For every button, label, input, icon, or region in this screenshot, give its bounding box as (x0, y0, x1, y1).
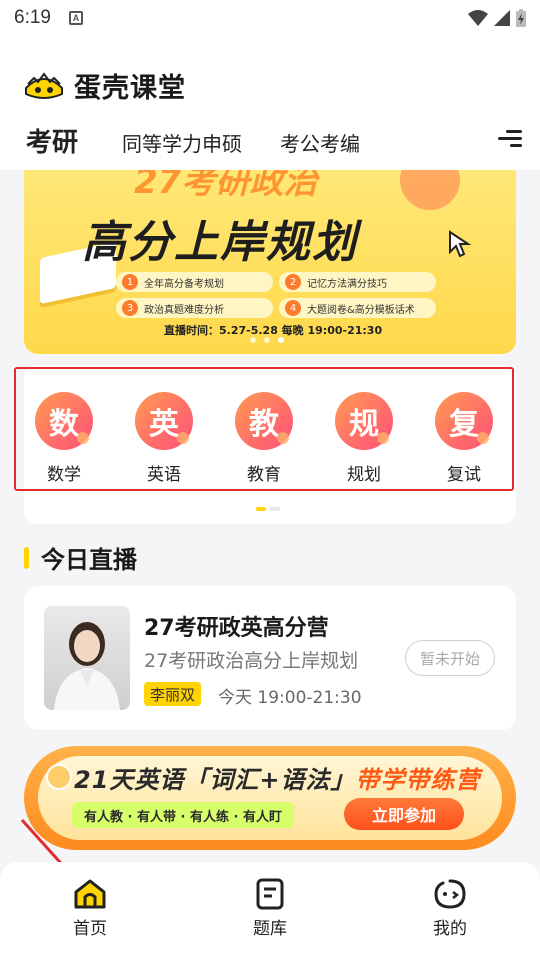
tab-label: 我的 (433, 919, 467, 939)
live-time: 今天 19:00-21:30 (218, 688, 362, 708)
banner-item: 4 大题阅卷&高分模板话术 (279, 298, 436, 318)
live-title: 27考研政英高分营 (144, 616, 329, 641)
banner-item: 2 记忆方法满分技巧 (279, 272, 436, 292)
header: 蛋壳课堂 考研 同等学力申硕 考公考编 (0, 36, 540, 170)
tab-kaogong[interactable]: 考公考编 (280, 128, 360, 157)
teacher-name-badge: 李丽双 (144, 682, 202, 706)
math-icon: 数 (35, 392, 93, 450)
category-retest[interactable]: 复 复试 (424, 392, 504, 485)
profile-icon (434, 879, 466, 909)
notification-icon: A (68, 11, 83, 25)
tab-home[interactable]: 首页 (30, 862, 150, 960)
section-title: 今日直播 (41, 546, 137, 574)
live-card[interactable]: 27考研政英高分营 27考研政治高分上岸规划 暂未开始 李丽双 今天 19:00… (24, 586, 516, 730)
question-bank-icon (256, 878, 284, 910)
banner-time: 直播时间：5.27-5.28 每晚 19:00-21:30 (164, 324, 383, 337)
promo-bubble-decoration (46, 764, 72, 790)
retest-icon: 复 (435, 392, 493, 450)
cursor-icon (449, 230, 472, 258)
tab-kaoyan[interactable]: 考研 (26, 122, 78, 159)
status-bar: 6:19 A (0, 0, 540, 36)
promo-title-prefix: 21天英语「词汇+语法」 (74, 766, 356, 794)
egg-mascot-icon (25, 71, 63, 99)
join-button[interactable]: 立即参加 (344, 798, 464, 830)
category-label: 规划 (347, 465, 381, 485)
teacher-photo (44, 606, 130, 710)
menu-icon[interactable] (498, 128, 522, 150)
tab-tongdeng[interactable]: 同等学力申硕 (122, 128, 242, 157)
category-label: 数学 (47, 465, 81, 485)
tab-question-bank[interactable]: 题库 (210, 862, 330, 960)
category-education[interactable]: 教 教育 (224, 392, 304, 485)
banner-title: 高分上岸规划 (82, 217, 358, 268)
clock-decoration (400, 170, 460, 210)
banner-item: 3 政治真题难度分析 (116, 298, 273, 318)
promo-tags: 有人教 · 有人带 · 有人练 · 有人盯 (72, 802, 294, 828)
banner[interactable]: 27考研政治 高分上岸规划 1 全年高分备考规划 2 记忆方法满分技巧 3 政治真题难… (24, 170, 516, 354)
category-planning[interactable]: 规 规划 (324, 392, 404, 485)
section-accent-bar (24, 546, 29, 569)
category-label: 英语 (147, 465, 181, 485)
live-status-button[interactable]: 暂未开始 (405, 640, 495, 676)
banner-item: 1 全年高分备考规划 (116, 272, 273, 292)
planning-icon: 规 (335, 392, 393, 450)
bottom-tab-bar: 首页 题库 我的 (0, 862, 540, 960)
category-row: 数 数学 英 英语 教 教育 规 规划 复 复试 (14, 392, 514, 485)
category-label: 复试 (447, 465, 481, 485)
promo-title-highlight: 带学带练营 (355, 766, 481, 794)
category-pager (256, 507, 280, 511)
english-icon: 英 (135, 392, 193, 450)
logo: 蛋壳课堂 (22, 66, 186, 105)
tab-label: 首页 (73, 919, 107, 939)
battery-icon (516, 9, 526, 27)
tab-profile[interactable]: 我的 (390, 862, 510, 960)
promo-banner[interactable]: 21天英语「词汇+语法」带学带练营 有人教 · 有人带 · 有人练 · 有人盯 … (24, 746, 516, 850)
home-icon (74, 879, 106, 909)
category-math[interactable]: 数 数学 (24, 392, 104, 485)
wifi-icon (468, 10, 488, 26)
tab-label: 题库 (253, 919, 287, 939)
app-name: 蛋壳课堂 (74, 73, 186, 104)
banner-pager (250, 337, 284, 343)
category-tabs: 考研 同等学力申硕 考公考编 (26, 122, 398, 159)
promo-title: 21天英语「词汇+语法」带学带练营 (74, 760, 481, 795)
signal-icon (494, 10, 510, 26)
banner-items: 1 全年高分备考规划 2 记忆方法满分技巧 3 政治真题难度分析 4 大题阅卷&高分模板… (116, 272, 436, 318)
category-label: 教育 (247, 465, 281, 485)
education-icon: 教 (235, 392, 293, 450)
banner-top-text: 27考研政治 (134, 170, 318, 202)
category-english[interactable]: 英 英语 (124, 392, 204, 485)
status-time: 6:19 (14, 7, 51, 28)
section-header: 今日直播 (24, 540, 137, 575)
live-subtitle: 27考研政治高分上岸规划 (144, 650, 359, 672)
